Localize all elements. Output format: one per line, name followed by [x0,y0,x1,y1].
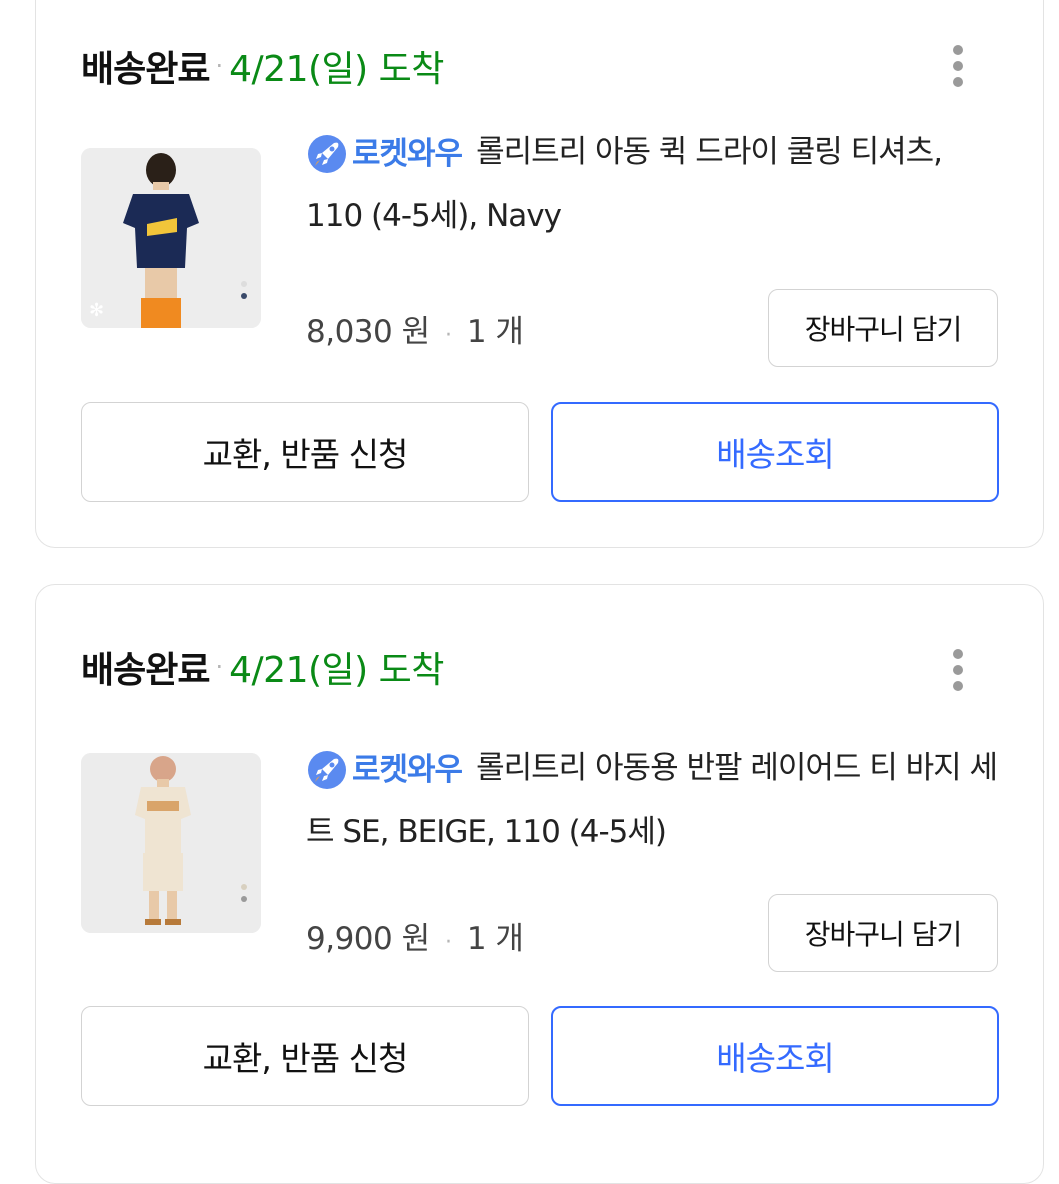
arrival-date: 4/21(일) 도착 [229,650,444,691]
quantity: 1 개 [466,921,524,957]
product-image[interactable]: ✻ [81,148,261,328]
more-options-icon[interactable] [943,643,973,697]
quantity: 1 개 [466,314,524,350]
track-delivery-button[interactable]: 배송조회 [551,1006,999,1106]
product-title[interactable]: 로켓와우 롤리트리 아동용 반팔 레이어드 티 바지 세트 SE, BEIGE,… [306,737,1006,863]
price-quantity: 9,900 원 · 1 개 [306,913,524,958]
delivery-status: 배송완료 [81,650,210,691]
order-card: 배송완료 · 4/21(일) 도착 로켓와우 롤리트리 아동용 반팔 레이어드 … [35,584,1044,1184]
more-options-icon[interactable] [943,39,973,93]
track-delivery-button[interactable]: 배송조회 [551,402,999,502]
exchange-return-button[interactable]: 교환, 반품 신청 [81,402,529,502]
order-card: 배송완료 · 4/21(일) 도착 ✻ 로켓와우 롤리트리 아동 퀵 드라이 쿨… [35,0,1044,548]
separator-dot: · [215,52,224,80]
price: 8,030 원 [306,314,430,350]
delivery-status: 배송완료 [81,49,210,90]
product-photo-girl-beige-set [81,753,261,933]
rocket-wow-icon [308,750,346,789]
rocket-wow-label: 로켓와우 [352,751,463,788]
separator-dot: · [215,653,224,681]
rocket-wow-icon [308,134,346,173]
exchange-return-button[interactable]: 교환, 반품 신청 [81,1006,529,1106]
product-photo-boy-navy-tee: ✻ [81,148,261,328]
arrival-date: 4/21(일) 도착 [229,49,444,90]
add-to-cart-button[interactable]: 장바구니 담기 [768,894,998,972]
separator-dot: · [444,323,452,348]
price: 9,900 원 [306,921,430,957]
product-image[interactable] [81,753,261,933]
add-to-cart-button[interactable]: 장바구니 담기 [768,289,998,367]
price-quantity: 8,030 원 · 1 개 [306,306,524,351]
order-header: 배송완료 · 4/21(일) 도착 [81,637,444,697]
separator-dot: · [444,930,452,955]
product-title[interactable]: 로켓와우 롤리트리 아동 퀵 드라이 쿨링 티셔츠, 110 (4-5세), N… [306,121,1006,247]
rocket-wow-badge: 로켓와우 [306,123,463,185]
rocket-wow-label: 로켓와우 [352,135,463,172]
svg-text:✻: ✻ [89,300,104,321]
order-header: 배송완료 · 4/21(일) 도착 [81,36,444,96]
rocket-wow-badge: 로켓와우 [306,739,463,801]
